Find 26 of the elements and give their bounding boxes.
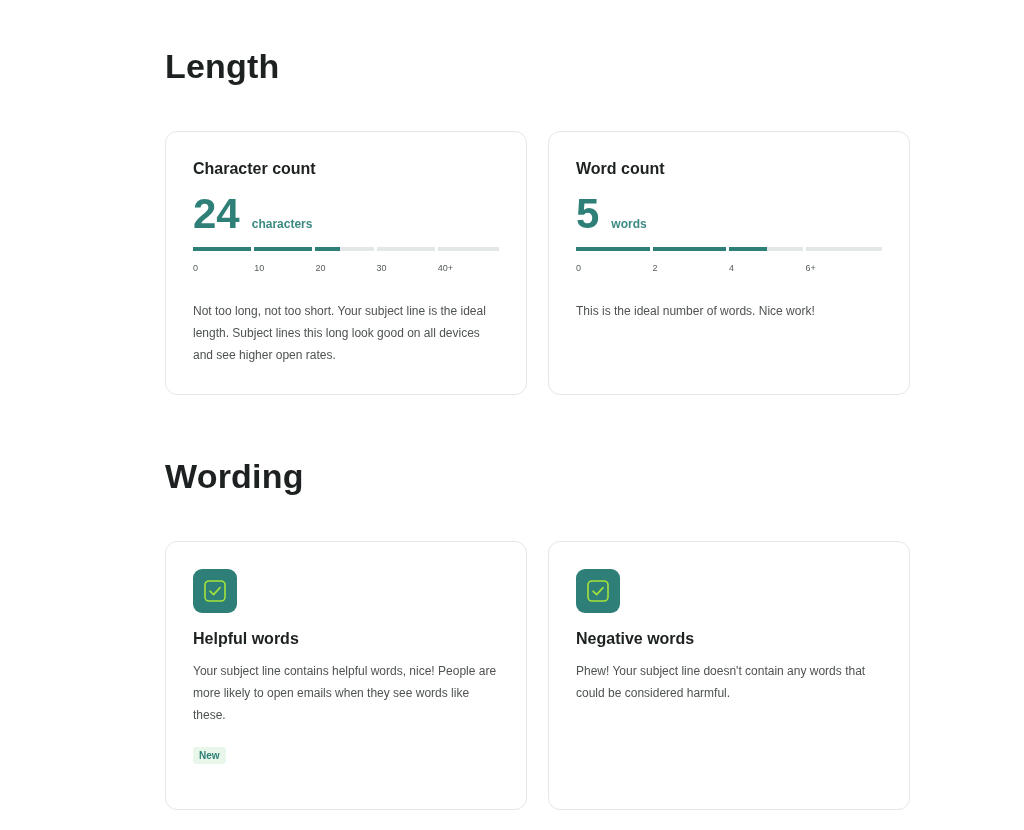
tick-label: 4 [729,263,734,273]
card-title: Helpful words [193,629,299,649]
label-badge: New [193,747,226,764]
checkbox-icon [576,569,620,613]
count-unit: characters [251,217,313,231]
count-value: 24 [193,193,240,235]
tick-label: 0 [193,263,198,273]
count-value: 5 [576,193,600,235]
tick-label: 20 [315,263,326,273]
card-description: Not too long, not too short. Your subject line is the ideal length. Subject lines this long look good on all devices and see higher open rates. [193,303,487,364]
tick-label: 30 [376,263,387,273]
tick-label: 6+ [805,263,816,273]
card-description: This is the ideal number of words. Nice work! [576,303,815,320]
section-heading: Wording [165,456,304,496]
tick-label: 2 [652,263,658,273]
card-title: Negative words [576,629,695,649]
section-heading: Length [165,46,280,86]
tick-label: 40+ [437,263,454,273]
tick-label: 10 [254,263,265,273]
checkbox-icon [193,569,237,613]
card-description: Phew! Your subject line doesn't contain any words that could be considered harmful. [576,663,867,702]
count-unit: words [611,217,647,231]
card-description: Your subject line contains helpful words, nice! People are more likely to open emails when they see words like these. [193,663,498,724]
card-title: Word count [576,159,665,179]
card-title: Character count [193,159,316,179]
tick-label: 0 [576,263,581,273]
